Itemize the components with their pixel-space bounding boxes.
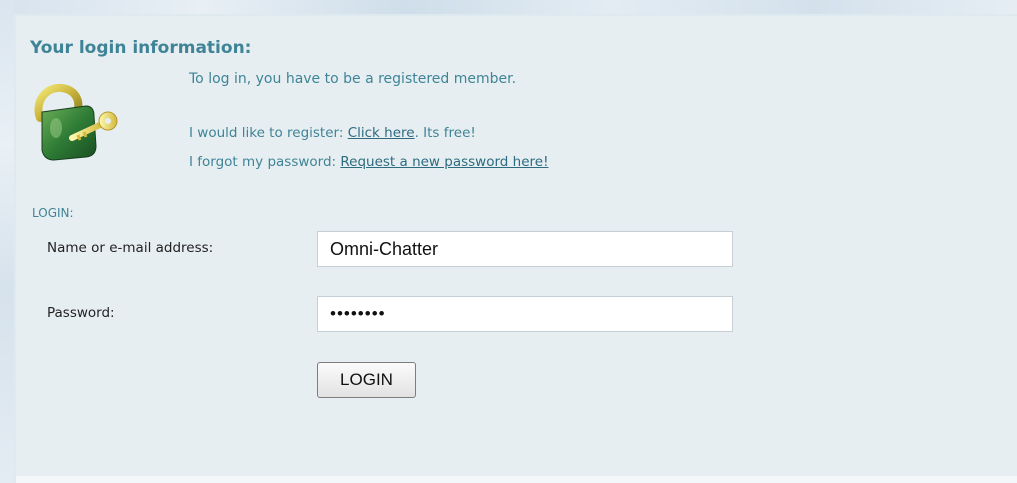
name-field-label: Name or e-mail address: — [47, 240, 214, 256]
panel-bottom-edge — [16, 476, 1017, 483]
register-line: I would like to register: Click here. It… — [189, 125, 476, 141]
left-border-strip — [0, 0, 14, 483]
login-button[interactable]: LOGIN — [317, 362, 416, 398]
request-new-password-link[interactable]: Request a new password here! — [340, 154, 548, 170]
register-suffix: . Its free! — [414, 125, 476, 141]
password-field-label: Password: — [47, 305, 115, 321]
padlock-with-key-icon — [34, 83, 118, 161]
register-link[interactable]: Click here — [348, 125, 415, 141]
login-section-label: LOGIN: — [32, 206, 74, 220]
login-requirement-text: To log in, you have to be a registered m… — [189, 71, 517, 87]
password-input[interactable]: •••••••• — [317, 296, 733, 332]
name-email-input[interactable]: Omni-Chatter — [317, 231, 733, 267]
login-info-title: Your login information: — [30, 38, 252, 58]
top-border-strip — [0, 0, 1017, 14]
forgot-password-prefix: I forgot my password: — [189, 154, 341, 170]
register-prefix: I would like to register: — [189, 125, 348, 141]
forgot-password-line: I forgot my password: Request a new pass… — [189, 154, 548, 170]
